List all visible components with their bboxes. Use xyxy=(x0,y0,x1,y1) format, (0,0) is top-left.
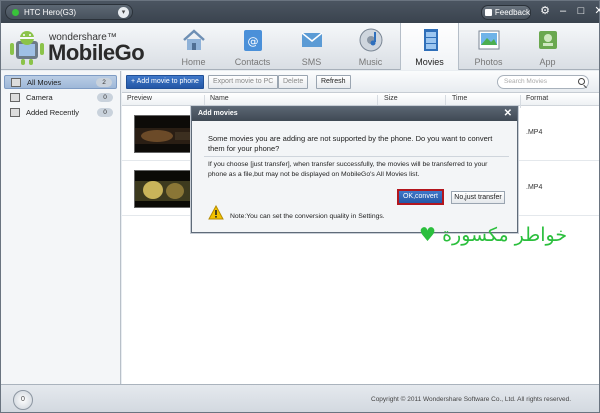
watermark-text: خواطر مكسورة ♥ xyxy=(419,224,568,246)
tab-label: SMS xyxy=(301,57,322,67)
movies-icon xyxy=(424,29,438,51)
add-movie-button[interactable]: + Add movie to phone xyxy=(126,75,204,89)
tab-app[interactable]: App xyxy=(518,23,577,70)
minimize-icon[interactable]: – xyxy=(557,5,569,18)
contacts-icon: @ xyxy=(244,30,262,51)
refresh-button[interactable]: Refresh xyxy=(316,75,351,89)
search-input[interactable]: Search Movies xyxy=(497,75,589,89)
tab-sms[interactable]: SMS xyxy=(282,23,341,70)
logo: wondershare™ MobileGo xyxy=(5,26,165,68)
disc-button[interactable]: 0 xyxy=(13,390,33,410)
film-icon xyxy=(11,77,21,87)
column-header-size[interactable]: Size xyxy=(384,95,398,102)
sidebar-item-added-recently[interactable]: Added Recently 0 xyxy=(4,105,117,119)
tab-label: App xyxy=(539,57,556,67)
tab-label: Contacts xyxy=(234,57,271,67)
count-badge: 2 xyxy=(96,77,112,87)
music-icon xyxy=(359,28,383,52)
action-bar: + Add movie to phone Export movie to PC … xyxy=(122,71,599,93)
sidebar-item-label: All Movies xyxy=(27,77,62,87)
feedback-button[interactable]: Feedback xyxy=(481,5,531,20)
chevron-down-icon[interactable]: ▾ xyxy=(118,6,129,18)
column-header-time[interactable]: Time xyxy=(452,95,467,102)
nav-tabs: Home @ Contacts SMS Music Movies Photos … xyxy=(164,23,577,70)
tab-photos[interactable]: Photos xyxy=(459,23,518,70)
feedback-label: Feedback xyxy=(494,8,530,17)
camera-icon xyxy=(10,92,20,102)
mobilego-window: HTC Hero(G3) ▾ Feedback ⚙ – □ ✕ wondersh… xyxy=(0,0,600,413)
dialog-note: Note:You can set the conversion quality … xyxy=(230,213,385,220)
search-icon[interactable] xyxy=(578,78,585,85)
device-selector[interactable]: HTC Hero(G3) ▾ xyxy=(5,4,133,20)
sms-icon xyxy=(301,32,323,47)
tab-home[interactable]: Home xyxy=(164,23,223,70)
maximize-icon[interactable]: □ xyxy=(575,5,587,18)
home-icon xyxy=(183,29,205,50)
warning-icon xyxy=(208,205,224,220)
clock-icon xyxy=(10,107,20,117)
photos-icon xyxy=(478,30,500,50)
copyright-text: Copyright © 2011 Wondershare Software Co… xyxy=(371,396,572,403)
dialog-message: Some movies you are adding are not suppo… xyxy=(208,134,493,153)
logo-product-text: MobileGo xyxy=(48,40,145,65)
connected-status-icon xyxy=(12,8,19,16)
delete-button[interactable]: Delete xyxy=(278,75,309,89)
close-icon[interactable]: ✕ xyxy=(504,107,512,121)
tab-contacts[interactable]: @ Contacts xyxy=(223,23,282,70)
dialog-title: Add movies xyxy=(198,110,238,117)
dialog-divider xyxy=(204,156,509,157)
search-placeholder: Search Movies xyxy=(504,78,547,85)
export-movie-button[interactable]: Export movie to PC xyxy=(208,75,279,89)
column-header-preview[interactable]: Preview xyxy=(127,95,152,102)
sidebar-item-all-movies[interactable]: All Movies 2 xyxy=(4,75,117,89)
dialog-detail: If you choose [just transfer], when tran… xyxy=(208,161,488,178)
sidebar: All Movies 2 Camera 0 Added Recently 0 xyxy=(1,71,121,384)
ok-convert-button[interactable]: OK,convert xyxy=(397,189,444,205)
table-header: Preview Name Size Time Format xyxy=(122,93,599,108)
dialog-title-bar: Add movies ✕ xyxy=(192,107,517,121)
close-icon[interactable]: ✕ xyxy=(593,5,600,18)
column-header-format[interactable]: Format xyxy=(526,95,548,102)
count-badge: 0 xyxy=(97,107,113,117)
format-cell: .MP4 xyxy=(526,129,543,136)
device-name: HTC Hero(G3) xyxy=(24,7,77,17)
tab-label: Music xyxy=(358,57,383,67)
movie-thumbnail xyxy=(134,115,196,153)
sidebar-item-label: Added Recently xyxy=(26,107,79,117)
tab-music[interactable]: Music xyxy=(341,23,400,70)
android-logo-icon xyxy=(10,31,44,65)
add-movies-dialog: Add movies ✕ Some movies you are adding … xyxy=(191,106,518,233)
tab-label: Movies xyxy=(415,57,444,67)
format-cell: .MP4 xyxy=(526,184,543,191)
title-bar: HTC Hero(G3) ▾ Feedback ⚙ – □ ✕ xyxy=(1,1,600,23)
count-badge: 0 xyxy=(97,92,113,102)
sidebar-item-label: Camera xyxy=(26,92,53,102)
tab-movies[interactable]: Movies xyxy=(400,23,459,70)
app-icon xyxy=(539,31,557,49)
tab-label: Home xyxy=(181,57,206,67)
svg-text:@: @ xyxy=(248,35,259,48)
tab-label: Photos xyxy=(474,57,503,67)
envelope-icon xyxy=(485,9,492,16)
movie-thumbnail xyxy=(134,170,196,208)
just-transfer-button[interactable]: No,just transfer xyxy=(451,191,505,204)
gear-icon[interactable]: ⚙ xyxy=(539,5,551,18)
column-header-name[interactable]: Name xyxy=(210,95,229,102)
main-toolbar: wondershare™ MobileGo Home @ Contacts SM… xyxy=(1,23,599,70)
status-bar: 0 Copyright © 2011 Wondershare Software … xyxy=(1,384,599,412)
sidebar-item-camera[interactable]: Camera 0 xyxy=(4,90,117,104)
